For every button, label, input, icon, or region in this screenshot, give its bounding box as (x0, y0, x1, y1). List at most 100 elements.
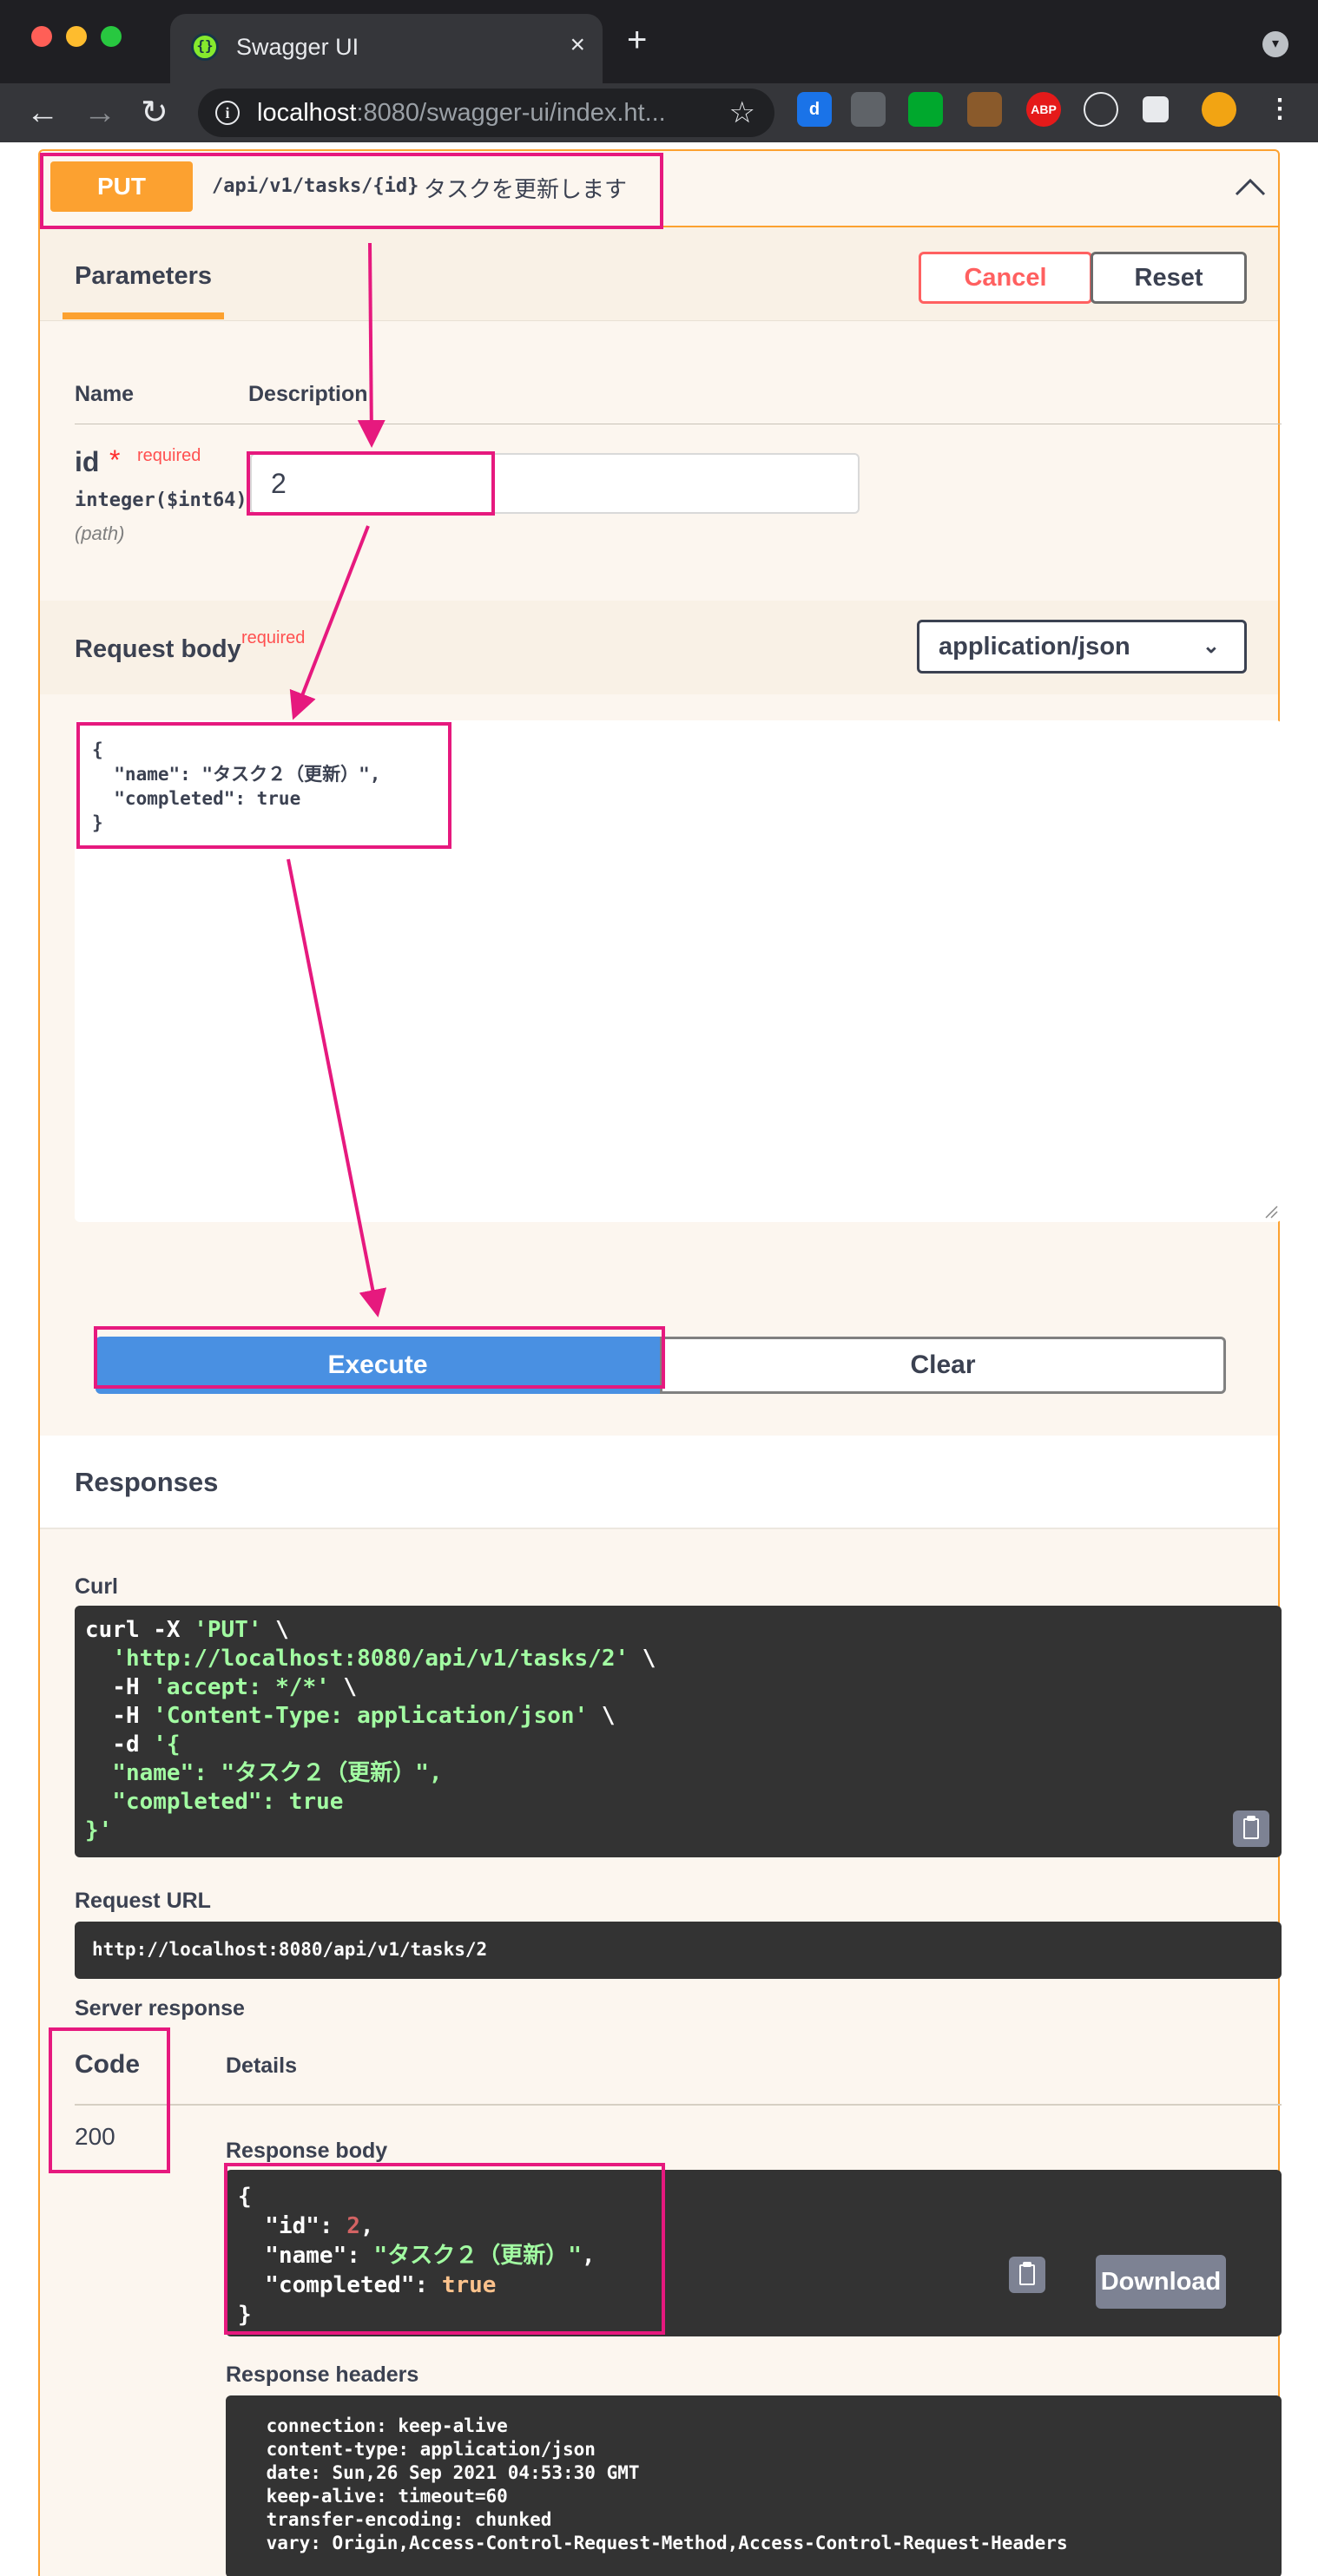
reset-button[interactable]: Reset (1091, 252, 1247, 304)
param-name: id (75, 446, 100, 477)
parameters-tab[interactable]: Parameters (75, 262, 212, 291)
clear-button[interactable]: Clear (660, 1337, 1226, 1394)
json-key: "id": (238, 2213, 347, 2239)
operation-summary[interactable]: PUT /api/v1/tasks/{id} タスクを更新します (40, 151, 1278, 227)
browser-toolbar: ← → ↻ i localhost:8080/swagger-ui/index.… (0, 83, 1318, 142)
curl-line: -H 'Content-Type: application/json' \ (85, 1702, 656, 1731)
curl-token: curl -X (85, 1617, 194, 1643)
curl-line: -H 'accept: */*' \ (85, 1673, 656, 1702)
pocket-icon[interactable] (851, 92, 886, 127)
request-body-editor[interactable]: { "name": "タスク２（更新）", "completed": true … (75, 720, 1282, 1222)
browser-tab[interactable]: {} Swagger UI × (170, 14, 603, 83)
url-host: localhost (257, 99, 357, 127)
request-body-title: Request body (75, 635, 241, 663)
response-body-text: { "id": 2, "name": "タスク２（更新）", "complete… (238, 2184, 596, 2328)
server-response-label: Server response (75, 1996, 245, 2021)
curl-token (85, 1760, 112, 1786)
response-body-block: { "id": 2, "name": "タスク２（更新）", "complete… (226, 2170, 1282, 2336)
method-badge: PUT (50, 161, 193, 212)
curl-label: Curl (75, 1574, 118, 1599)
curl-line: -d '{ (85, 1731, 656, 1759)
request-url-block: http://localhost:8080/api/v1/tasks/2 (75, 1922, 1282, 1979)
response-headers-label: Response headers (226, 2362, 419, 2387)
curl-string: 'http://localhost:8080/api/v1/tasks/2' (112, 1646, 629, 1672)
parameters-tab-underline (63, 312, 224, 319)
responses-header: Responses (40, 1436, 1278, 1529)
swagger-page: PUT /api/v1/tasks/{id} タスクを更新します Paramet… (0, 142, 1318, 2576)
param-required-label: required (137, 446, 201, 465)
tab-search-icon[interactable]: ▾ (1262, 31, 1288, 57)
json-brace: } (238, 2302, 252, 2328)
request-url-label: Request URL (75, 1889, 211, 1913)
chevron-up-icon[interactable] (1233, 170, 1268, 205)
extensions-puzzle-icon[interactable] (1143, 96, 1169, 122)
cancel-button[interactable]: Cancel (919, 252, 1092, 304)
adblock-plus-icon[interactable]: ABP (1026, 92, 1061, 127)
response-headers-text: connection: keep-alive content-type: app… (266, 2415, 1068, 2553)
put-operation-block: PUT /api/v1/tasks/{id} タスクを更新します Paramet… (38, 149, 1282, 2576)
profile-avatar[interactable] (1202, 92, 1236, 127)
curl-token (85, 1789, 112, 1815)
swagger-favicon-icon: {} (191, 33, 219, 61)
curl-text: curl -X 'PUT' \ 'http://localhost:8080/a… (85, 1616, 656, 1845)
curl-string: 'Content-Type: application/json' (153, 1703, 589, 1729)
status-code: 200 (75, 2123, 115, 2150)
browser-menu-icon[interactable]: ⋮ (1262, 92, 1297, 127)
operation-description: タスクを更新します (424, 176, 628, 202)
window-close-button[interactable] (31, 26, 52, 47)
curl-token: \ (588, 1703, 616, 1729)
curl-token: \ (261, 1617, 289, 1643)
curl-token: -H (85, 1674, 154, 1700)
details-column-header: Details (226, 2054, 297, 2078)
d-extension-icon[interactable]: d (797, 92, 832, 127)
response-headers-block: connection: keep-alive content-type: app… (226, 2395, 1282, 2576)
curl-token: -H (85, 1703, 154, 1729)
json-key: "completed": (238, 2272, 442, 2298)
bookmark-star-icon[interactable]: ☆ (729, 95, 755, 130)
required-star: * (109, 444, 121, 476)
url-text: localhost:8080/swagger-ui/index.ht... (257, 99, 666, 127)
url-rest: :8080/swagger-ui/index.ht... (356, 99, 666, 127)
param-location: (path) (75, 522, 125, 544)
owl-extension-icon[interactable] (967, 92, 1002, 127)
reload-icon[interactable]: ↻ (141, 94, 168, 132)
name-column-header: Name (75, 382, 135, 406)
evernote-icon[interactable] (908, 92, 943, 127)
request-url-text: http://localhost:8080/api/v1/tasks/2 (92, 1939, 488, 1960)
site-info-icon[interactable]: i (215, 101, 240, 125)
curl-string: "name": "タスク２（更新）", (112, 1760, 443, 1786)
divider (75, 2104, 1282, 2106)
request-body-header: Request body required application/json ⌄ (40, 601, 1278, 694)
chevron-down-icon: ⌄ (1202, 634, 1220, 658)
request-body-required-label: required (241, 628, 306, 647)
curl-code-block: curl -X 'PUT' \ 'http://localhost:8080/a… (75, 1606, 1282, 1857)
resize-grip-icon[interactable] (1262, 1203, 1278, 1219)
param-type: integer($int64) (75, 490, 247, 511)
request-body-text: { "name": "タスク２（更新）", "completed": true … (92, 739, 381, 833)
copy-icon[interactable] (1233, 1810, 1269, 1847)
copy-icon[interactable] (1009, 2257, 1045, 2293)
content-type-select[interactable]: application/json ⌄ (917, 620, 1247, 674)
window-minimize-button[interactable] (66, 26, 87, 47)
react-devtools-icon[interactable] (1084, 92, 1118, 127)
json-string: "タスク２（更新）" (373, 2243, 582, 2269)
tab-close-icon[interactable]: × (570, 30, 585, 61)
download-button[interactable]: Download (1096, 2255, 1226, 2309)
description-column-header: Description (248, 382, 368, 406)
code-column-header: Code (75, 2050, 140, 2079)
curl-token: -d (85, 1732, 154, 1758)
address-bar[interactable]: i localhost:8080/swagger-ui/index.ht... … (198, 89, 774, 137)
operation-path: /api/v1/tasks/{id} (212, 175, 419, 197)
window-zoom-button[interactable] (101, 26, 122, 47)
forward-icon[interactable]: → (83, 94, 116, 132)
id-input[interactable]: 2 (250, 453, 860, 514)
curl-line: 'http://localhost:8080/api/v1/tasks/2' \ (85, 1645, 656, 1673)
curl-token: \ (629, 1646, 656, 1672)
curl-line: curl -X 'PUT' \ (85, 1616, 656, 1645)
curl-line: "name": "タスク２（更新）", (85, 1759, 656, 1788)
new-tab-icon[interactable]: + (627, 23, 647, 57)
curl-string: 'accept: */*' (153, 1674, 330, 1700)
execute-button[interactable]: Execute (96, 1337, 660, 1394)
back-icon[interactable]: ← (26, 94, 59, 132)
responses-title: Responses (75, 1467, 219, 1497)
